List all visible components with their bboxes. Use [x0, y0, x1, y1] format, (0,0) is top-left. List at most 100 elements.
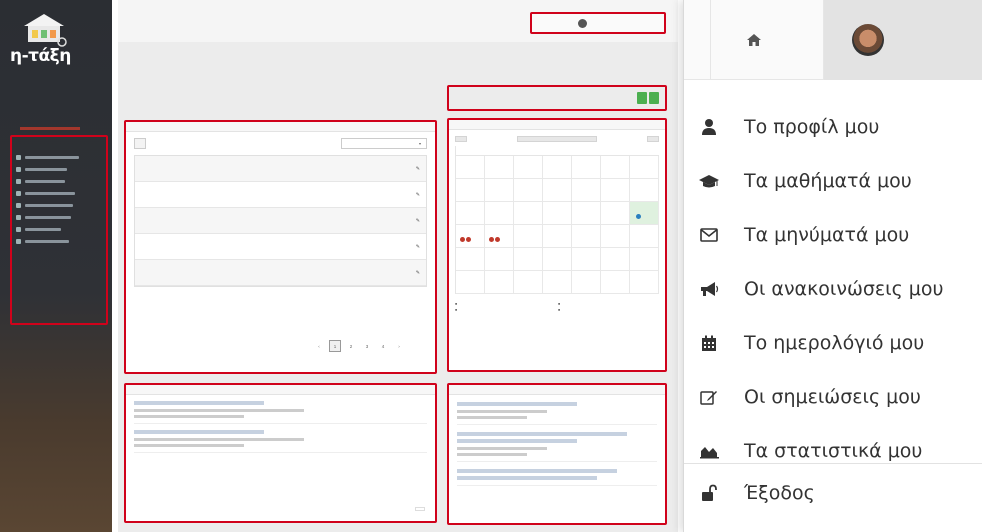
announcement-item[interactable]	[134, 401, 427, 424]
register-course-button[interactable]	[637, 92, 647, 104]
calendar-event-marker[interactable]	[460, 237, 465, 242]
pager-next[interactable]: ›	[393, 340, 405, 352]
calendar-day[interactable]	[485, 156, 514, 179]
calendar-day[interactable]	[485, 248, 514, 271]
edit-icon[interactable]: ✎	[416, 270, 420, 276]
calendar-day[interactable]	[485, 271, 514, 294]
course-row[interactable]: ✎	[135, 156, 426, 182]
calendar-day[interactable]	[601, 179, 630, 202]
calendar-day[interactable]	[456, 179, 485, 202]
avatar-button[interactable]	[824, 0, 982, 80]
sidebar-item-stats[interactable]	[16, 223, 106, 235]
course-row[interactable]: ✎	[135, 182, 426, 208]
sidebar-item-messages[interactable]	[16, 175, 106, 187]
menu-item-logout[interactable]: Έξοδος	[684, 466, 982, 520]
announcements-panel	[124, 383, 437, 523]
weekday-header	[630, 146, 659, 156]
courses-tool-button[interactable]	[134, 138, 146, 149]
sidebar-item-announcements[interactable]	[16, 187, 106, 199]
calendar-day[interactable]	[456, 202, 485, 225]
edit-icon[interactable]: ✎	[416, 218, 420, 224]
message-item[interactable]	[457, 469, 657, 486]
calendar-day[interactable]	[485, 179, 514, 202]
pager-page[interactable]: 2	[345, 340, 357, 352]
pager-page[interactable]: 1	[329, 340, 341, 352]
calendar-day[interactable]	[485, 225, 514, 248]
calendar-day[interactable]	[514, 156, 543, 179]
calendar-day[interactable]	[543, 248, 572, 271]
calendar-event-marker[interactable]	[495, 237, 500, 242]
calendar-day[interactable]	[572, 225, 601, 248]
course-row[interactable]: ✎	[135, 234, 426, 260]
menu-item-announcements[interactable]: Οι ανακοινώσεις μου	[684, 262, 982, 316]
calendar-day[interactable]	[630, 248, 659, 271]
calendar-day[interactable]	[543, 156, 572, 179]
calendar-day[interactable]	[572, 202, 601, 225]
calendar-day[interactable]	[543, 202, 572, 225]
edit-icon[interactable]: ✎	[416, 166, 420, 172]
calendar-day[interactable]	[514, 179, 543, 202]
calendar-day[interactable]	[514, 202, 543, 225]
sidebar-item-dashboard[interactable]	[16, 151, 106, 163]
pager-prev[interactable]: ‹	[313, 340, 325, 352]
user-menu-toggle[interactable]	[530, 12, 666, 34]
calendar-next-button[interactable]	[647, 136, 659, 142]
calendar-day[interactable]	[630, 179, 659, 202]
message-item[interactable]	[457, 432, 657, 462]
calendar-day[interactable]	[630, 156, 659, 179]
menu-item-messages[interactable]: Τα μηνύματά μου	[684, 208, 982, 262]
menu-item-courses[interactable]: Τα μαθήματά μου	[684, 154, 982, 208]
create-course-button[interactable]	[649, 92, 659, 104]
calendar-prev-button[interactable]	[455, 136, 467, 142]
calendar-day[interactable]	[543, 225, 572, 248]
calendar-event-marker[interactable]	[636, 214, 641, 219]
calendar-day[interactable]	[572, 271, 601, 294]
calendar-day[interactable]	[601, 225, 630, 248]
calendar-day[interactable]	[543, 179, 572, 202]
calendar-day[interactable]	[572, 179, 601, 202]
calendar-day[interactable]	[572, 156, 601, 179]
calendar-day[interactable]	[456, 156, 485, 179]
sidebar-item-calendar[interactable]	[16, 199, 106, 211]
calendar-day[interactable]	[514, 225, 543, 248]
calendar-day[interactable]	[601, 248, 630, 271]
calendar-day-today[interactable]	[630, 202, 659, 225]
all-announcements-link[interactable]	[415, 507, 425, 511]
calendar-day[interactable]	[601, 271, 630, 294]
message-item[interactable]	[457, 402, 657, 425]
calendar-event-marker[interactable]	[489, 237, 494, 242]
courses-filter-select[interactable]: ▾	[341, 138, 427, 149]
logo-house-icon	[24, 14, 67, 47]
calendar-day[interactable]	[514, 271, 543, 294]
calendar-day[interactable]	[630, 225, 659, 248]
calendar-icon	[16, 202, 21, 208]
app-logo[interactable]: η-τάξη	[8, 8, 104, 80]
course-row[interactable]: ✎	[135, 208, 426, 234]
announcement-item[interactable]	[134, 430, 427, 453]
calendar-day[interactable]	[456, 248, 485, 271]
menu-item-calendar[interactable]: Το ημερολόγιό μου	[684, 316, 982, 370]
sidebar-item-courses[interactable]	[16, 163, 106, 175]
edit-icon[interactable]: ✎	[416, 192, 420, 198]
calendar-day[interactable]	[601, 202, 630, 225]
pager-page[interactable]: 3	[361, 340, 373, 352]
sidebar-item-notes[interactable]	[16, 211, 106, 223]
sidebar-item-logout[interactable]	[16, 235, 106, 247]
calendar-event-marker[interactable]	[466, 237, 471, 242]
calendar-day[interactable]	[630, 271, 659, 294]
course-row[interactable]: ✎	[135, 260, 426, 286]
menu-item-notes[interactable]: Οι σημειώσεις μου	[684, 370, 982, 424]
home-button[interactable]	[684, 0, 824, 80]
edit-icon[interactable]: ✎	[416, 244, 420, 250]
calendar-day[interactable]	[543, 271, 572, 294]
calendar-day[interactable]	[456, 225, 485, 248]
calendar-day[interactable]	[485, 202, 514, 225]
menu-item-profile[interactable]: Το προφίλ μου	[684, 100, 982, 154]
calendar-day[interactable]	[514, 248, 543, 271]
weekday-header	[543, 146, 572, 156]
pager-page[interactable]: 4	[377, 340, 389, 352]
calendar-day[interactable]	[456, 271, 485, 294]
calendar-day[interactable]	[601, 156, 630, 179]
calendar-day[interactable]	[572, 248, 601, 271]
weekday-header	[572, 146, 601, 156]
